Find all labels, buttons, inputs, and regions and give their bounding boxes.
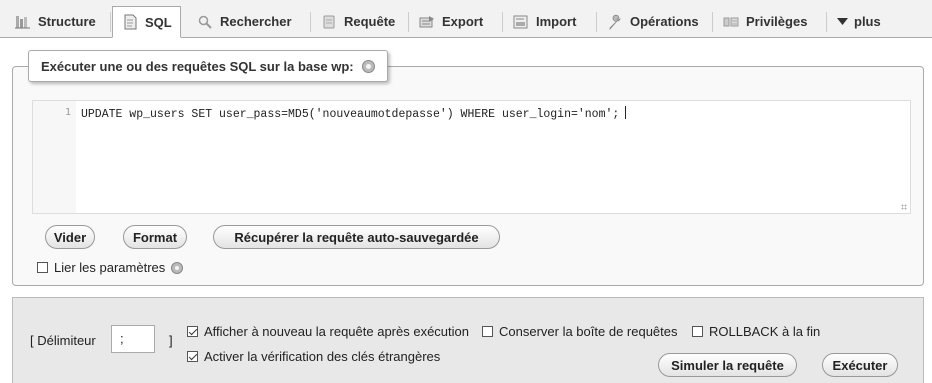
line-number-gutter: 1 bbox=[33, 101, 76, 213]
tab-rechercher[interactable]: Rechercher bbox=[188, 6, 300, 37]
delimiter-label-close: ] bbox=[169, 333, 173, 348]
bind-params-option[interactable]: Lier les paramètres bbox=[37, 260, 184, 275]
tab-label: Requête bbox=[344, 14, 396, 29]
foreign-keys-option[interactable]: Activer la vérification des clés étrangè… bbox=[187, 349, 440, 364]
resize-grip-icon[interactable] bbox=[901, 204, 907, 210]
rollback-checkbox[interactable] bbox=[692, 326, 703, 337]
show-again-option[interactable]: Afficher à nouveau la requête après exéc… bbox=[187, 324, 469, 339]
wrench-icon bbox=[606, 14, 624, 30]
sql-panel-legend: Exécuter une ou des requêtes SQL sur la … bbox=[28, 50, 388, 82]
keep-box-option[interactable]: Conserver la boîte de requêtes bbox=[482, 324, 678, 339]
execute-button[interactable]: Exécuter bbox=[822, 353, 898, 377]
tab-label: Import bbox=[536, 14, 577, 29]
sql-editor[interactable]: 1 UPDATE wp_users SET user_pass=MD5('nou… bbox=[32, 100, 911, 214]
tab-bar: Structure SQL Rechercher Requête Export … bbox=[0, 0, 932, 38]
tab-privileges[interactable]: Privilèges bbox=[714, 6, 815, 37]
keep-box-label: Conserver la boîte de requêtes bbox=[499, 324, 678, 339]
keep-box-checkbox[interactable] bbox=[482, 326, 493, 337]
tab-divider bbox=[712, 12, 713, 32]
tab-divider bbox=[310, 12, 311, 32]
tab-export[interactable]: Export bbox=[410, 6, 491, 37]
rollback-label: ROLLBACK à la fin bbox=[709, 324, 821, 339]
import-icon bbox=[512, 14, 530, 30]
tab-label: Opérations bbox=[630, 14, 699, 29]
tab-label: Privilèges bbox=[746, 14, 808, 29]
text-cursor bbox=[625, 106, 627, 119]
recover-query-button[interactable]: Récupérer la requête auto-sauvegardée bbox=[213, 225, 500, 249]
privileges-icon bbox=[722, 14, 740, 30]
tab-label: SQL bbox=[145, 14, 172, 30]
sql-icon bbox=[121, 14, 139, 30]
simulate-query-button[interactable]: Simuler la requête bbox=[658, 353, 797, 377]
sql-query-text: UPDATE wp_users SET user_pass=MD5('nouve… bbox=[81, 108, 620, 121]
tab-structure[interactable]: Structure bbox=[6, 6, 104, 37]
tab-label: plus bbox=[854, 14, 881, 29]
rollback-option[interactable]: ROLLBACK à la fin bbox=[692, 324, 820, 339]
tab-label: Export bbox=[442, 14, 484, 29]
show-again-checkbox[interactable] bbox=[187, 326, 198, 337]
bind-params-checkbox[interactable] bbox=[37, 262, 48, 273]
bind-params-label: Lier les paramètres bbox=[54, 260, 166, 275]
tab-divider bbox=[110, 12, 111, 32]
format-button[interactable]: Format bbox=[123, 225, 187, 249]
foreign-keys-checkbox[interactable] bbox=[187, 351, 198, 362]
export-icon bbox=[418, 14, 436, 30]
delimiter-label-open: [ Délimiteur bbox=[30, 333, 96, 348]
delimiter-input[interactable]: ; bbox=[111, 325, 155, 353]
delimiter-bracket: ] bbox=[169, 333, 173, 348]
tab-divider bbox=[502, 12, 503, 32]
structure-icon bbox=[14, 14, 32, 30]
query-icon bbox=[320, 14, 338, 30]
tab-divider bbox=[826, 12, 827, 32]
tab-divider bbox=[408, 12, 409, 32]
sql-code-line[interactable]: UPDATE wp_users SET user_pass=MD5('nouve… bbox=[81, 106, 627, 121]
foreign-keys-label: Activer la vérification des clés étrangè… bbox=[204, 349, 441, 364]
help-icon[interactable] bbox=[171, 261, 184, 274]
tab-requete[interactable]: Requête bbox=[312, 6, 403, 37]
tab-operations[interactable]: Opérations bbox=[598, 6, 707, 37]
tab-label: Structure bbox=[38, 14, 96, 29]
sql-panel-title: Exécuter une ou des requêtes SQL sur la … bbox=[41, 58, 354, 74]
line-number: 1 bbox=[64, 107, 71, 118]
help-icon[interactable] bbox=[361, 59, 375, 73]
show-again-label: Afficher à nouveau la requête après exéc… bbox=[204, 324, 469, 339]
caret-down-icon bbox=[836, 14, 848, 30]
search-icon bbox=[196, 14, 214, 30]
tab-label: Rechercher bbox=[220, 14, 292, 29]
delimiter-label: [ Délimiteur bbox=[30, 333, 96, 348]
tab-plus[interactable]: plus bbox=[828, 6, 889, 37]
tab-sql[interactable]: SQL bbox=[112, 6, 181, 38]
clear-button[interactable]: Vider bbox=[45, 225, 95, 249]
tab-import[interactable]: Import bbox=[504, 6, 584, 37]
tab-divider bbox=[596, 12, 597, 32]
